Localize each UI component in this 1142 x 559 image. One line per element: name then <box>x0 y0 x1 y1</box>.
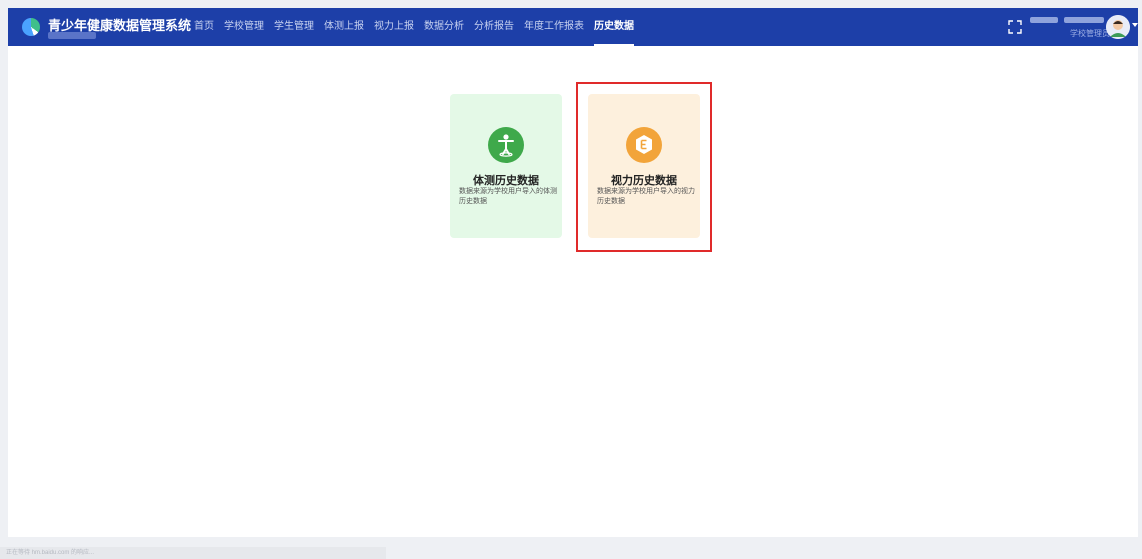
avatar-person-icon <box>1106 15 1130 39</box>
nav-item-data-analysis[interactable]: 数据分析 <box>424 8 464 46</box>
card-description: 数据来源为学校用户导入的体测历史数据 <box>459 188 557 205</box>
school-name-redacted <box>1064 17 1104 23</box>
selection-highlight-box <box>576 82 712 252</box>
person-icon <box>488 127 524 163</box>
nav-item-student-management[interactable]: 学生管理 <box>274 8 314 46</box>
user-avatar[interactable] <box>1106 15 1130 39</box>
chevron-down-icon[interactable] <box>1132 23 1138 27</box>
nav-item-annual-report[interactable]: 年度工作报表 <box>524 8 584 46</box>
nav-item-history-data[interactable]: 历史数据 <box>594 8 634 46</box>
user-role-label: 学校管理员 <box>1070 29 1110 38</box>
main-nav: 首页 学校管理 学生管理 体测上报 视力上报 数据分析 分析报告 年度工作报表 … <box>194 8 644 46</box>
nav-item-home[interactable]: 首页 <box>194 8 214 46</box>
nav-item-school-management[interactable]: 学校管理 <box>224 8 264 46</box>
card-title: 体测历史数据 <box>473 175 539 187</box>
card-physical-history-data[interactable]: 体测历史数据 数据来源为学校用户导入的体测历史数据 <box>450 94 562 238</box>
nav-item-analysis-report[interactable]: 分析报告 <box>474 8 514 46</box>
app-subtitle-redacted <box>48 32 96 39</box>
browser-status-bar: 正在等待 hm.baidu.com 的响应... <box>0 547 386 559</box>
nav-item-physical-report[interactable]: 体测上报 <box>324 8 364 46</box>
nav-item-vision-report[interactable]: 视力上报 <box>374 8 414 46</box>
app-logo-icon <box>22 18 40 36</box>
top-navigation-bar: 青少年健康数据管理系统 首页 学校管理 学生管理 体测上报 视力上报 数据分析 … <box>8 8 1138 46</box>
main-content: 体测历史数据 数据来源为学校用户导入的体测历史数据 视力历史数据 数据来源为学校… <box>8 46 1138 537</box>
username-redacted <box>1030 17 1058 23</box>
fullscreen-icon[interactable] <box>1008 20 1022 34</box>
